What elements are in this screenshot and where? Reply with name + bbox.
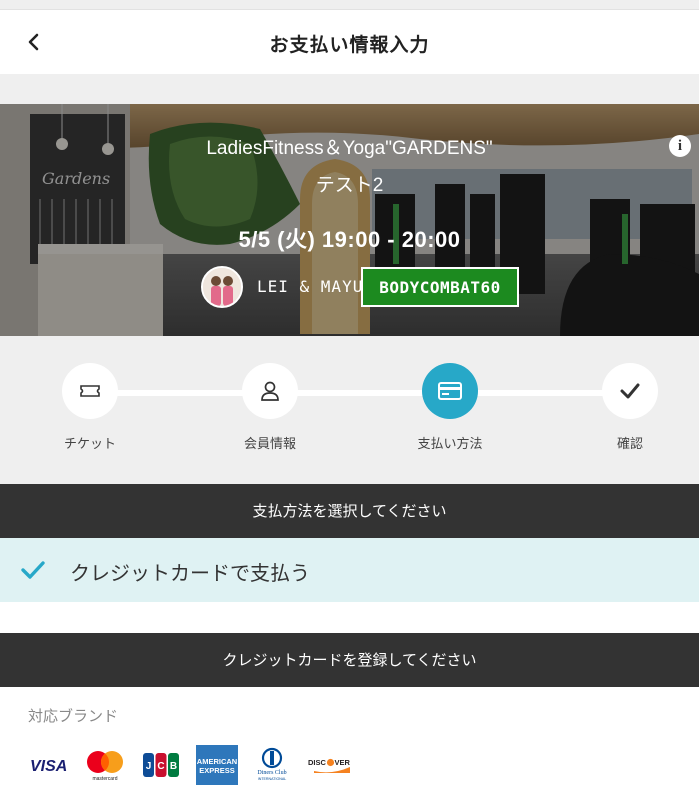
- svg-text:VISA: VISA: [30, 758, 67, 775]
- step-circle: [62, 363, 118, 419]
- step-confirm: 確認: [570, 363, 690, 452]
- discover-icon: DISC VER: [306, 744, 352, 786]
- check-icon: [21, 561, 45, 579]
- lesson-name: LadiesFitness＆Yoga"GARDENS": [206, 138, 493, 159]
- info-icon[interactable]: i: [669, 135, 691, 157]
- instructor-name: LEI & MAYU: [257, 277, 364, 296]
- svg-text:INTERNATIONAL: INTERNATIONAL: [258, 777, 287, 781]
- step-circle-active: [422, 363, 478, 419]
- payment-option-credit-card[interactable]: クレジットカードで支払う: [0, 538, 699, 602]
- progress-stepper: チケット 会員情報 支払い方法 確認: [0, 336, 699, 484]
- svg-text:AMERICAN: AMERICAN: [197, 757, 237, 766]
- svg-text:EXPRESS: EXPRESS: [199, 766, 234, 775]
- spacer: [0, 74, 699, 104]
- step-payment-method: 支払い方法: [390, 363, 510, 452]
- svg-text:Diners Club: Diners Club: [257, 770, 286, 776]
- stepper-line: [90, 390, 630, 396]
- jcb-icon: J C B: [142, 744, 180, 786]
- user-icon: [261, 381, 279, 401]
- app-header: お支払い情報入力: [0, 10, 699, 74]
- register-card-heading: クレジットカードを登録してください: [0, 633, 699, 687]
- avatar: [201, 266, 243, 308]
- step-ticket: チケット: [30, 363, 150, 452]
- svg-text:C: C: [157, 761, 164, 772]
- select-method-heading: 支払方法を選択してください: [0, 484, 699, 538]
- step-member-info: 会員情報: [210, 363, 330, 452]
- program-badge: BODYCOMBAT60: [361, 267, 519, 307]
- amex-icon: AMERICAN EXPRESS: [196, 744, 238, 786]
- page-title: お支払い情報入力: [269, 34, 430, 56]
- payment-option-label: クレジットカードで支払う: [70, 561, 310, 585]
- step-label: 支払い方法: [417, 437, 483, 452]
- visa-icon: VISA: [28, 744, 72, 786]
- svg-text:B: B: [170, 761, 177, 772]
- step-label: 会員情報: [243, 437, 296, 452]
- lesson-subtitle: テスト2: [315, 175, 384, 196]
- credit-card-icon: [438, 382, 462, 400]
- spacer: [0, 602, 699, 633]
- check-icon: [620, 383, 640, 399]
- diners-icon: Diners Club INTERNATIONAL: [252, 744, 292, 786]
- step-circle: [602, 363, 658, 419]
- mastercard-icon: mastercard: [84, 744, 126, 786]
- ticket-icon: [80, 385, 100, 397]
- card-brand-list: VISA mastercard J C B AMERICAN EXPRESS D…: [28, 744, 428, 786]
- svg-text:mastercard: mastercard: [92, 776, 117, 782]
- step-circle: [242, 363, 298, 419]
- svg-text:VER: VER: [335, 758, 351, 767]
- svg-text:DISC: DISC: [308, 758, 327, 767]
- svg-text:J: J: [146, 761, 152, 772]
- brands-title: 対応ブランド: [28, 707, 119, 725]
- step-label: 確認: [616, 437, 643, 452]
- lesson-banner: Gardens LadiesFitness＆Yoga"GARDENS" テスト2…: [0, 104, 699, 336]
- lesson-datetime: 5/5 (火) 19:00 - 20:00: [238, 227, 461, 252]
- step-label: チケット: [63, 437, 116, 452]
- status-strip: [0, 0, 699, 10]
